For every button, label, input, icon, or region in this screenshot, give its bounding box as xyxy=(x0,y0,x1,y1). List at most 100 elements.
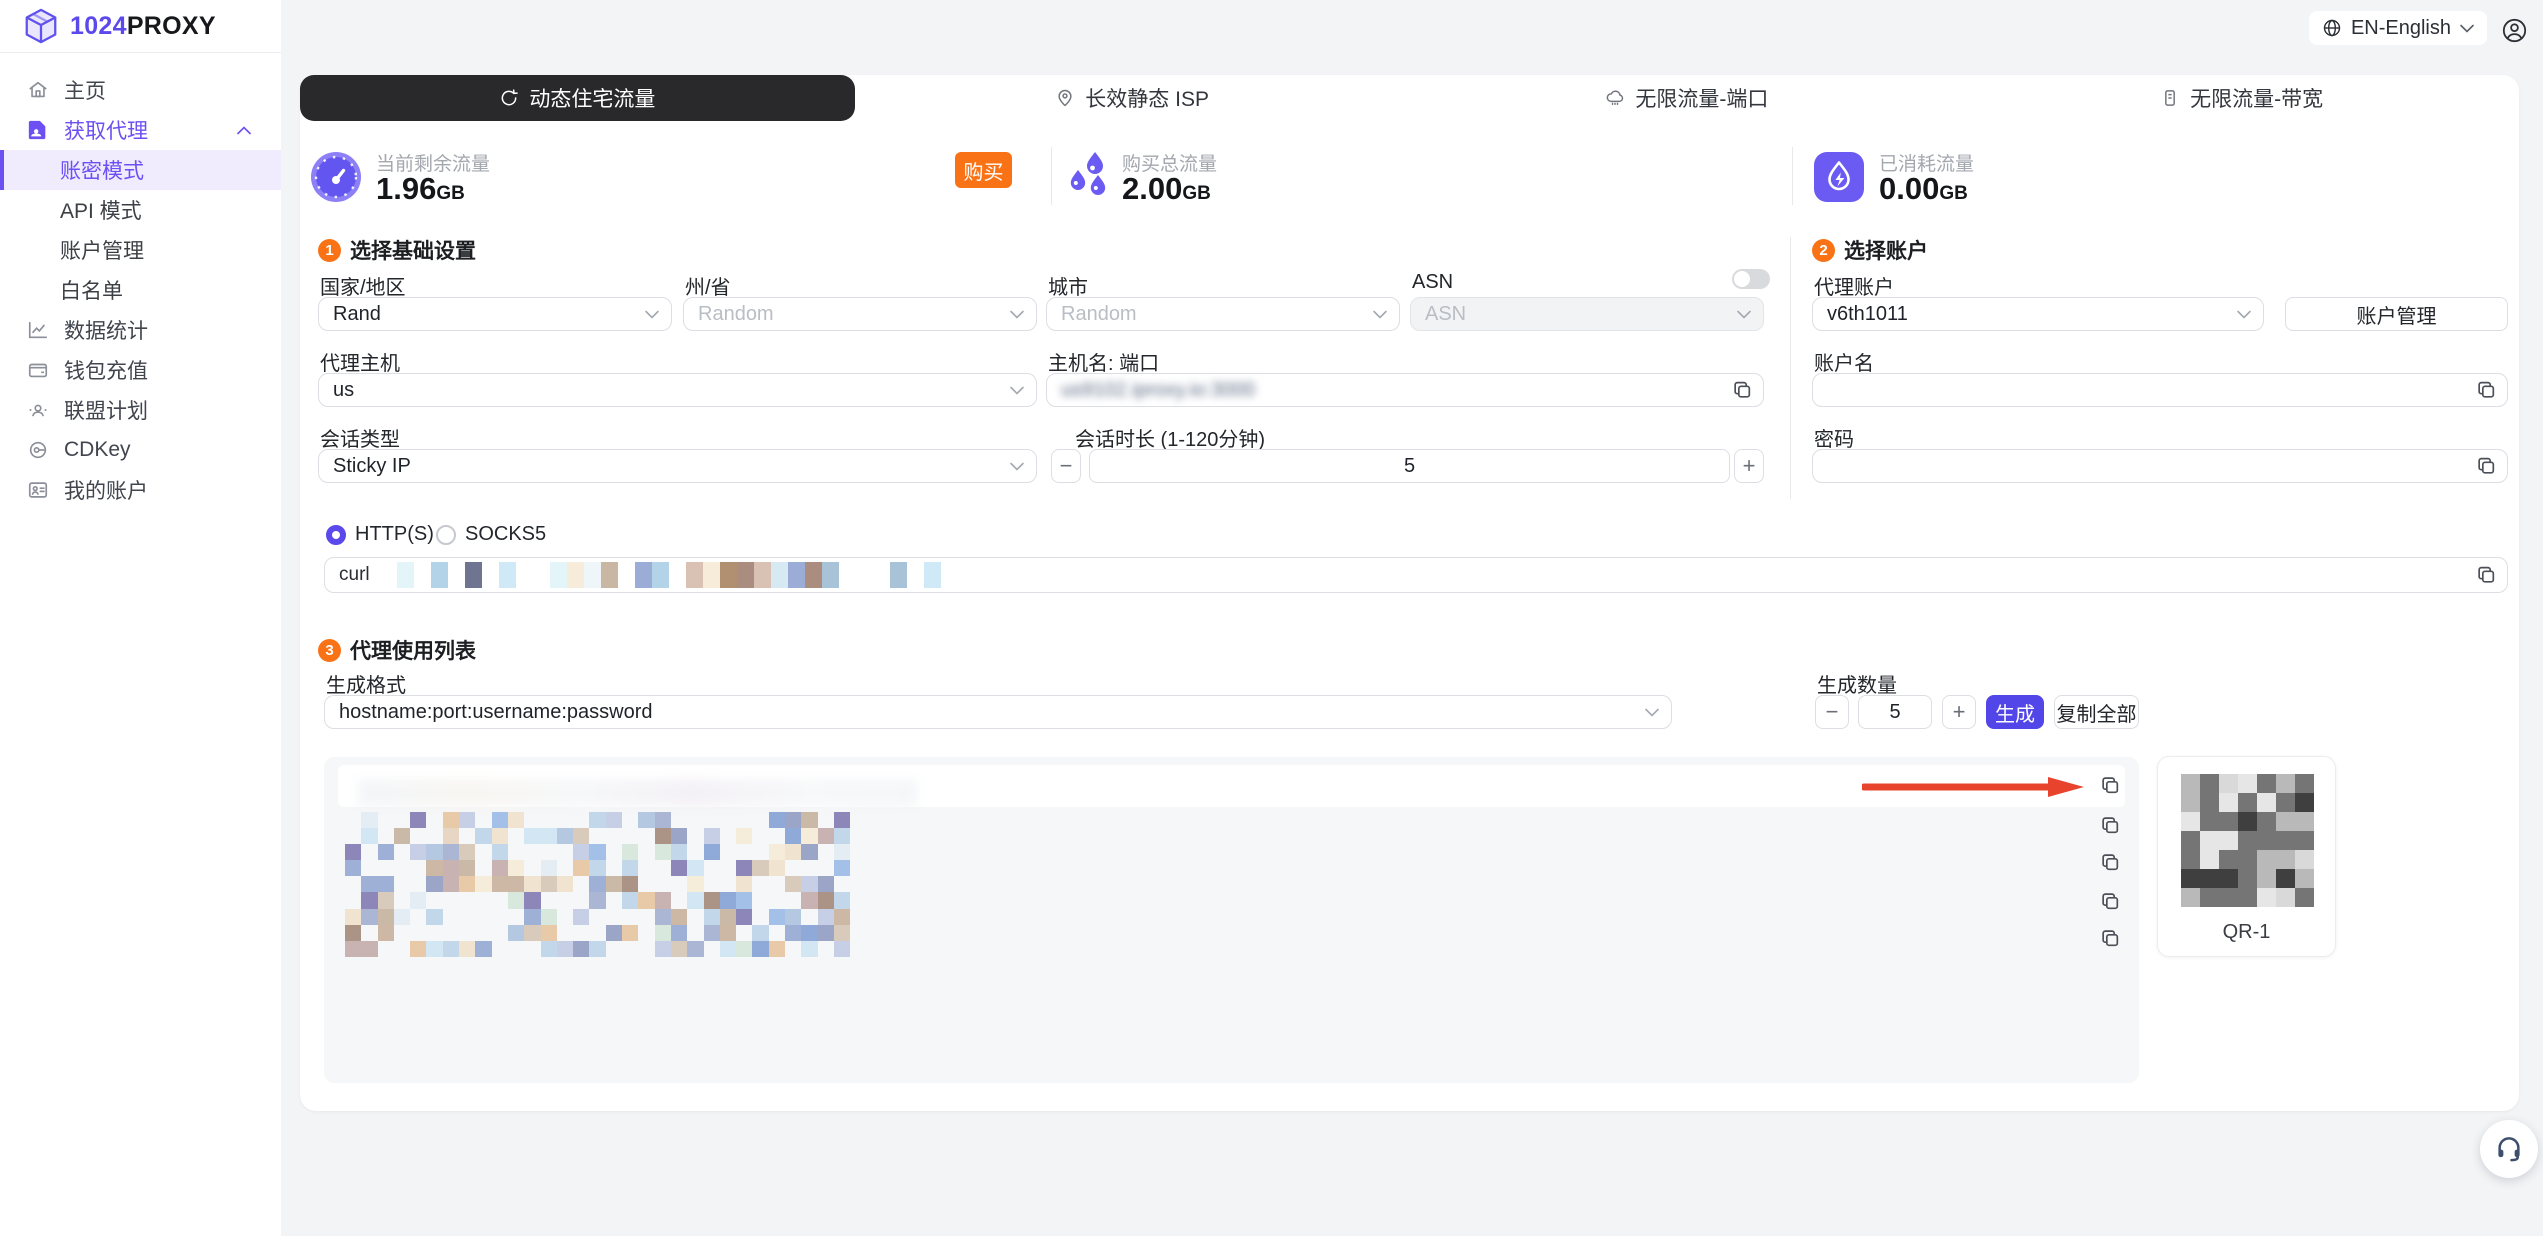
state-placeholder: Random xyxy=(698,303,774,326)
copy-all-button[interactable]: 复制全部 xyxy=(2054,695,2139,729)
radio-selected-icon[interactable] xyxy=(326,525,346,545)
copy-icon[interactable] xyxy=(2100,891,2121,912)
country-label: 国家/地区 xyxy=(320,271,406,300)
copy-icon[interactable] xyxy=(1732,380,1753,401)
format-value: hostname:port:username:password xyxy=(339,701,653,724)
qr-code-card[interactable]: QR-1 xyxy=(2157,756,2336,957)
session-type-select[interactable]: Sticky IP xyxy=(318,449,1037,483)
tab-label: 长效静态 ISP xyxy=(1085,83,1209,113)
asn-select[interactable]: ASN xyxy=(1410,297,1764,331)
proxy-account-value: v6th1011 xyxy=(1827,303,1908,326)
sidebar-item-label: 我的账户 xyxy=(64,475,148,505)
tab-label: 动态住宅流量 xyxy=(529,83,655,113)
quantity-plus-button[interactable]: + xyxy=(1942,695,1976,729)
language-label: EN-English xyxy=(2351,17,2451,40)
app-root: 1024PROXY 主页 获取代理 账密模式 API 模式 账户管理 白名单 数… xyxy=(0,0,2543,1236)
state-label: 州/省 xyxy=(685,271,731,300)
tab-static-isp[interactable]: 长效静态 ISP xyxy=(855,75,1410,121)
chevron-down-icon xyxy=(1010,462,1024,471)
sidebar-item-label: 钱包充值 xyxy=(64,355,148,385)
product-tabs: 动态住宅流量 长效静态 ISP 无限流量-端口 无限流量-带宽 xyxy=(300,75,2519,121)
protocol-socks5-option[interactable]: SOCKS5 xyxy=(436,523,546,546)
qr-code-image xyxy=(2181,774,2314,907)
copy-icon[interactable] xyxy=(2100,815,2121,836)
username-field[interactable] xyxy=(1812,373,2508,407)
sidebar-item-get-proxy[interactable]: 获取代理 xyxy=(0,110,281,150)
chevron-up-icon xyxy=(237,126,251,135)
asn-toggle[interactable] xyxy=(1732,269,1770,289)
duration-value-box[interactable]: 5 xyxy=(1089,449,1730,483)
key-icon xyxy=(27,439,49,461)
copy-icon[interactable] xyxy=(2476,380,2497,401)
sidebar-item-statistics[interactable]: 数据统计 xyxy=(0,310,281,350)
sidebar-item-cdkey[interactable]: CDKey xyxy=(0,430,281,470)
sidebar-item-my-account[interactable]: 我的账户 xyxy=(0,470,281,510)
step-1-badge: 1 xyxy=(318,239,341,262)
brand-cube-icon xyxy=(22,7,60,45)
chevron-down-icon xyxy=(2460,24,2474,33)
chevron-down-icon xyxy=(1010,310,1024,319)
quantity-minus-button[interactable]: − xyxy=(1815,695,1849,729)
home-icon xyxy=(27,79,49,101)
pane-divider xyxy=(1790,237,1791,499)
proxy-host-select[interactable]: us xyxy=(318,373,1037,407)
country-select[interactable]: Rand xyxy=(318,297,672,331)
sidebar-subitem-credential-mode[interactable]: 账密模式 xyxy=(0,150,281,190)
gauge-icon xyxy=(310,151,362,203)
brand-logo[interactable]: 1024PROXY xyxy=(0,0,281,53)
curl-command-field[interactable]: curl xyxy=(324,557,2508,593)
sidebar-subitem-account-manage[interactable]: 账户管理 xyxy=(0,230,281,270)
copy-icon[interactable] xyxy=(2100,775,2121,796)
proxy-result-panel xyxy=(324,757,2139,1083)
quantity-value-box[interactable]: 5 xyxy=(1858,695,1932,729)
tab-dynamic-residential[interactable]: 动态住宅流量 xyxy=(300,75,855,121)
sidebar-item-home[interactable]: 主页 xyxy=(0,70,281,110)
city-select[interactable]: Random xyxy=(1046,297,1400,331)
sidebar-subitem-api-mode[interactable]: API 模式 xyxy=(0,190,281,230)
hostname-port-field[interactable]: us9102.iproxy.io:3000 xyxy=(1046,373,1764,407)
people-icon xyxy=(27,399,49,421)
stat-value: 2.00GB xyxy=(1122,171,1211,207)
generate-button[interactable]: 生成 xyxy=(1986,695,2044,729)
sidebar-item-wallet[interactable]: 钱包充值 xyxy=(0,350,281,390)
format-select[interactable]: hostname:port:username:password xyxy=(324,695,1672,729)
proxy-row-highlighted[interactable] xyxy=(338,765,2125,807)
password-field[interactable] xyxy=(1812,449,2508,483)
qr-label: QR-1 xyxy=(2158,921,2335,944)
divider xyxy=(1792,147,1793,205)
user-menu-button[interactable] xyxy=(2499,15,2529,45)
protocol-socks5-label: SOCKS5 xyxy=(465,523,546,546)
copy-icon[interactable] xyxy=(2100,928,2121,949)
proxy-account-label: 代理账户 xyxy=(1814,271,1894,300)
duration-minus-button[interactable]: − xyxy=(1051,449,1081,483)
headset-icon xyxy=(2494,1134,2524,1164)
chevron-down-icon xyxy=(1737,310,1751,319)
proxy-document-icon xyxy=(27,119,49,141)
water-drops-icon xyxy=(1065,151,1113,203)
language-selector[interactable]: EN-English xyxy=(2309,11,2487,45)
sidebar-subitem-whitelist[interactable]: 白名单 xyxy=(0,270,281,310)
proxy-account-select[interactable]: v6th1011 xyxy=(1812,297,2264,331)
radio-unselected-icon[interactable] xyxy=(436,525,456,545)
wallet-icon xyxy=(27,359,49,381)
chevron-down-icon xyxy=(2237,310,2251,319)
state-select[interactable]: Random xyxy=(683,297,1037,331)
chevron-down-icon xyxy=(1645,708,1659,717)
copy-icon[interactable] xyxy=(2476,565,2497,586)
cloud-icon xyxy=(1605,88,1625,108)
tab-label: 无限流量-带宽 xyxy=(2190,83,2323,113)
account-manage-button[interactable]: 账户管理 xyxy=(2285,297,2508,331)
support-button[interactable] xyxy=(2480,1120,2538,1178)
quantity-label: 生成数量 xyxy=(1817,669,1897,698)
tab-unlimited-port[interactable]: 无限流量-端口 xyxy=(1410,75,1965,121)
sidebar-item-label: CDKey xyxy=(64,438,131,462)
copy-icon[interactable] xyxy=(2100,852,2121,873)
asn-placeholder: ASN xyxy=(1425,303,1466,326)
copy-icon[interactable] xyxy=(2476,456,2497,477)
sidebar-item-affiliate[interactable]: 联盟计划 xyxy=(0,390,281,430)
duration-plus-button[interactable]: + xyxy=(1734,449,1764,483)
tab-unlimited-bandwidth[interactable]: 无限流量-带宽 xyxy=(1964,75,2519,121)
chart-icon xyxy=(27,319,49,341)
buy-button[interactable]: 购买 xyxy=(955,152,1012,188)
protocol-http-option[interactable]: HTTP(S) xyxy=(326,523,434,546)
